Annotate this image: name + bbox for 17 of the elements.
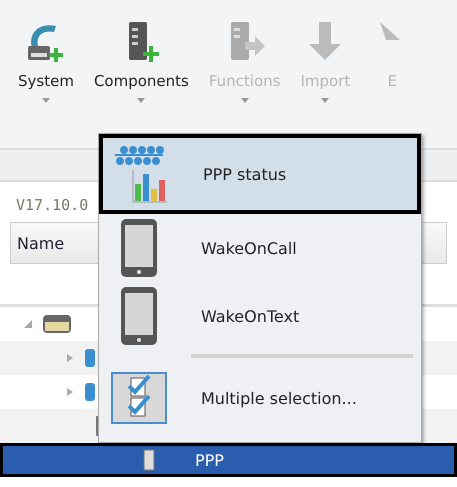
menu-item[interactable]: Multiple selection... bbox=[99, 364, 421, 432]
toolbar-button-label[interactable]: Components bbox=[94, 72, 189, 90]
module-icon bbox=[84, 380, 96, 404]
toolbar-button-label[interactable]: System bbox=[18, 72, 74, 90]
selected-row[interactable]: PPP bbox=[0, 443, 457, 477]
chart-icon bbox=[113, 144, 169, 204]
server-icon bbox=[42, 313, 72, 335]
menu-item[interactable]: PPP status bbox=[99, 134, 421, 214]
menu-item[interactable]: WakeOnCall bbox=[99, 214, 421, 282]
phone-icon bbox=[143, 449, 155, 471]
module-icon bbox=[84, 346, 96, 370]
expand-icon[interactable] bbox=[66, 388, 74, 396]
version-label: V17.10.0 bbox=[15, 195, 90, 216]
collapse-icon[interactable] bbox=[24, 320, 32, 328]
expand-icon[interactable] bbox=[66, 354, 74, 362]
checklist-icon bbox=[111, 372, 167, 424]
menu-item[interactable]: WakeOnText bbox=[99, 282, 421, 350]
